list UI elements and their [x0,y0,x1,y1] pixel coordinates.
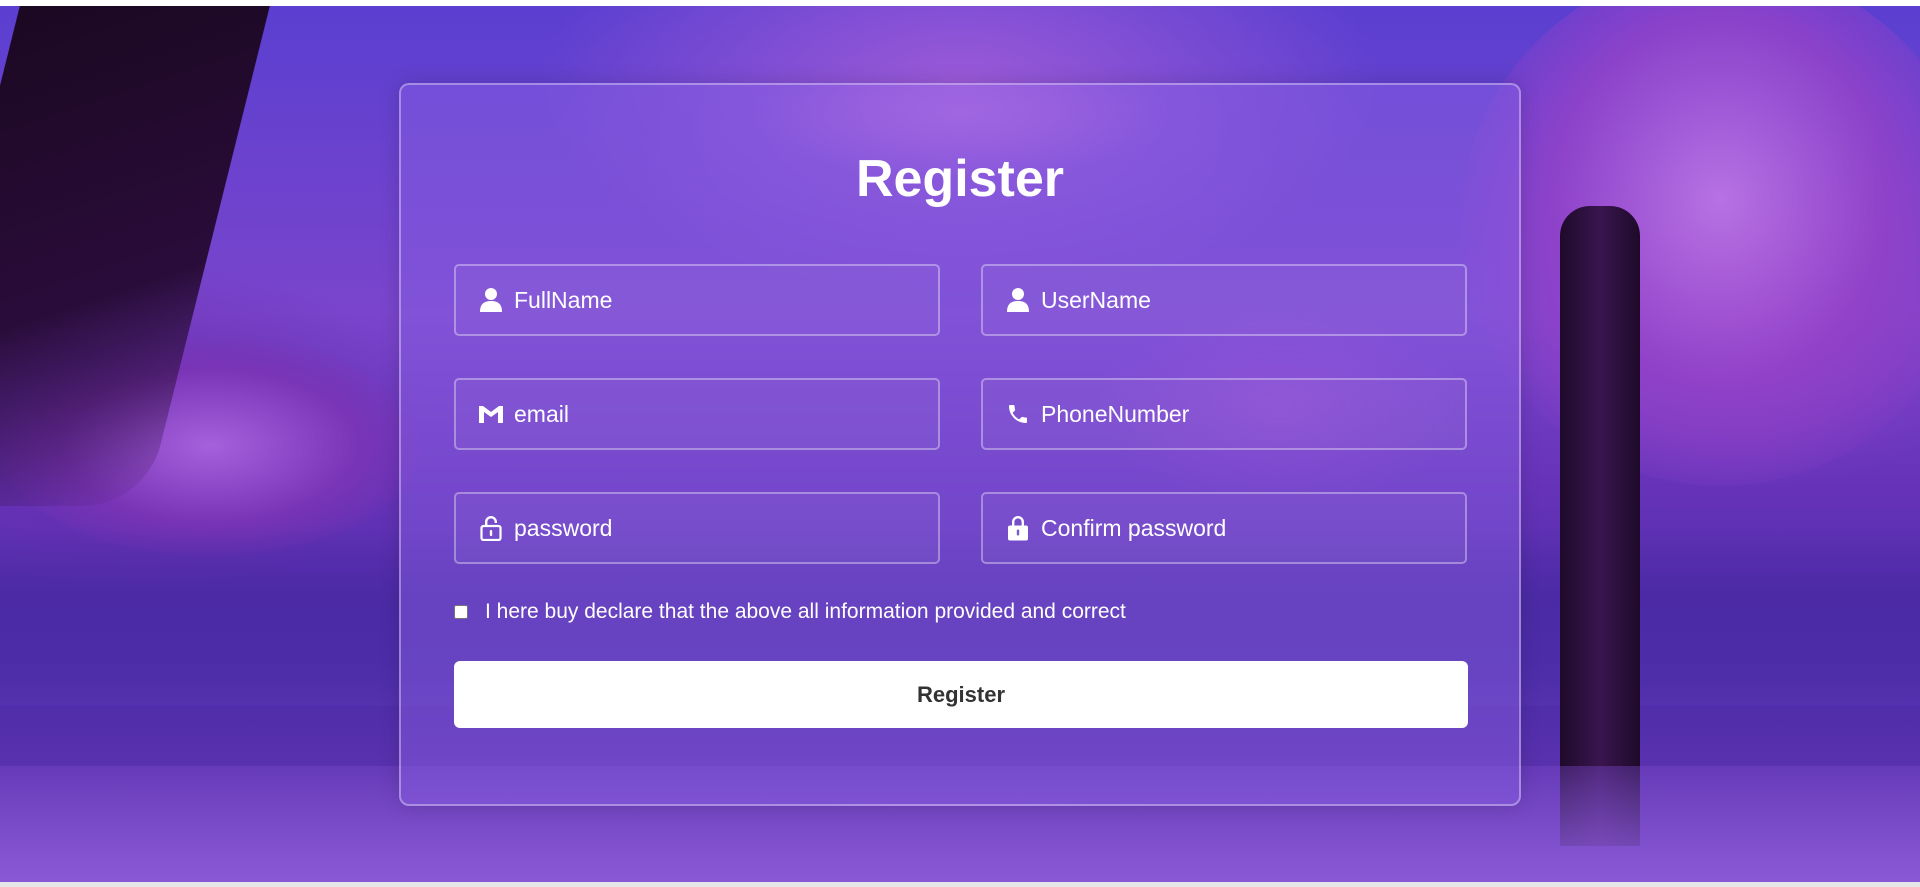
lock-open-icon [478,515,504,541]
phone-input[interactable] [1041,394,1465,434]
gmail-icon [478,401,504,427]
background-foliage-right [1460,6,1920,486]
register-card: Register FullName UserName email PhoneNu… [399,83,1521,806]
background-photo: Register FullName UserName email PhoneNu… [0,6,1920,882]
window-bottom-edge [0,882,1920,887]
lock-icon [1005,515,1031,541]
email-field[interactable] [454,378,940,450]
phone-icon [1005,401,1031,427]
fullname-field[interactable] [454,264,940,336]
confirm-password-field[interactable] [981,492,1467,564]
fullname-input[interactable] [514,280,938,320]
username-field[interactable] [981,264,1467,336]
username-input[interactable] [1041,280,1465,320]
user-icon [1005,287,1031,313]
confirm-password-input[interactable] [1041,508,1465,548]
declaration: I here buy declare that the above all in… [454,600,1126,624]
phone-field[interactable] [981,378,1467,450]
page-title: Register [855,150,1065,208]
password-field[interactable] [454,492,940,564]
password-input[interactable] [514,508,938,548]
email-input[interactable] [514,394,938,434]
user-icon [478,287,504,313]
declaration-checkbox[interactable] [454,605,468,619]
background-tree-trunk [1560,206,1640,846]
declaration-label: I here buy declare that the above all in… [485,600,1126,623]
register-button[interactable]: Register [454,661,1468,728]
